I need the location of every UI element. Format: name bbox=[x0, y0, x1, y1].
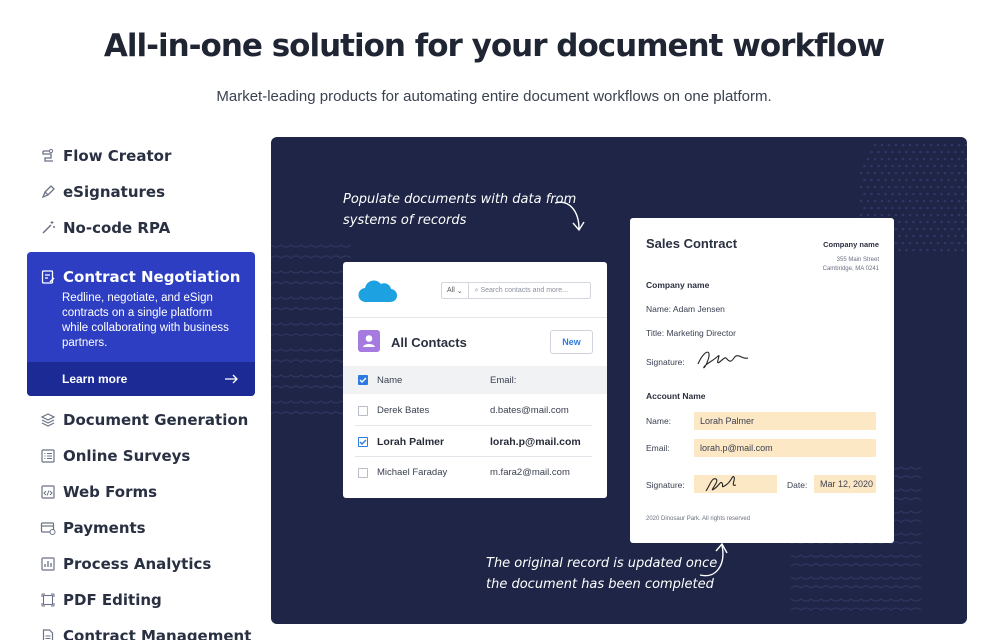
annotation-bottom: The original record is updated once the … bbox=[486, 553, 717, 595]
date-field[interactable]: Mar 12, 2020 bbox=[814, 475, 876, 493]
divider bbox=[355, 456, 592, 457]
nav-item-esignatures[interactable]: eSignatures bbox=[27, 174, 255, 210]
nav-item-label: Payments bbox=[63, 519, 146, 537]
contact-name: Michael Faraday bbox=[377, 467, 448, 478]
contact-avatar-icon bbox=[358, 330, 380, 352]
hero-illustration: Populate documents with data from system… bbox=[271, 137, 967, 624]
account-email-label: Email: bbox=[646, 443, 670, 453]
survey-icon bbox=[41, 449, 55, 463]
section-account: Account Name bbox=[646, 391, 706, 401]
nav-item-payments[interactable]: Payments bbox=[27, 510, 255, 546]
date-label: Date: bbox=[787, 480, 808, 490]
sales-contract-card: Sales Contract Company name 355 Main Str… bbox=[630, 218, 894, 543]
search-placeholder-text: Search contacts and more... bbox=[480, 286, 569, 294]
product-nav: Flow Creator eSignatures No-code RPA Con… bbox=[27, 138, 255, 640]
annotation-line: systems of records bbox=[343, 213, 467, 228]
address-line: 355 Main Street bbox=[836, 257, 879, 263]
document-icon bbox=[42, 629, 54, 640]
nav-item-label: PDF Editing bbox=[63, 591, 162, 609]
divider bbox=[343, 317, 607, 318]
account-signature-field[interactable] bbox=[694, 475, 777, 493]
nav-item-contract-negotiation[interactable]: Contract Negotiation Redline, negotiate,… bbox=[27, 252, 255, 396]
pdf-edit-icon bbox=[41, 593, 55, 607]
contact-name: Derek Bates bbox=[377, 405, 430, 416]
contact-email: lorah.p@mail.com bbox=[490, 436, 581, 448]
contact-name: Lorah Palmer bbox=[377, 436, 445, 448]
nav-item-flow-creator[interactable]: Flow Creator bbox=[27, 138, 255, 174]
row-checkbox[interactable] bbox=[358, 468, 368, 478]
curved-arrow-icon bbox=[554, 201, 585, 232]
arrow-right-icon bbox=[225, 374, 238, 384]
nav-item-label: Contract Negotiation bbox=[63, 268, 241, 286]
nav-item-online-surveys[interactable]: Online Surveys bbox=[27, 438, 255, 474]
contact-email: m.fara2@mail.com bbox=[490, 467, 570, 478]
annotation-line: Populate documents with data from bbox=[343, 192, 577, 207]
curved-arrow-icon bbox=[699, 542, 728, 577]
nav-item-label: Contract Management bbox=[63, 627, 252, 640]
code-window-icon bbox=[41, 485, 55, 499]
new-contact-button[interactable]: New bbox=[550, 330, 593, 354]
contact-email: d.bates@mail.com bbox=[490, 405, 569, 416]
learn-more-label: Learn more bbox=[62, 372, 128, 386]
learn-more-button[interactable]: Learn more bbox=[27, 362, 255, 396]
wand-icon bbox=[42, 221, 55, 234]
section-company: Company name bbox=[646, 280, 710, 290]
layers-icon bbox=[40, 413, 56, 427]
nav-item-label: Flow Creator bbox=[63, 147, 172, 165]
nav-item-pdf-editing[interactable]: PDF Editing bbox=[27, 582, 255, 618]
select-all-checkbox[interactable] bbox=[358, 375, 368, 385]
title-line: Title: Marketing Director bbox=[646, 328, 736, 338]
account-name-field[interactable]: Lorah Palmer bbox=[694, 412, 876, 430]
contacts-title: All Contacts bbox=[391, 335, 467, 350]
nav-item-document-generation[interactable]: Document Generation bbox=[27, 402, 255, 438]
account-signature-label: Signature: bbox=[646, 480, 685, 490]
pen-icon bbox=[41, 185, 55, 199]
nav-item-label: Document Generation bbox=[63, 411, 249, 429]
row-checkbox[interactable] bbox=[358, 406, 368, 416]
nav-item-web-forms[interactable]: Web Forms bbox=[27, 474, 255, 510]
contract-company: Company name bbox=[823, 240, 879, 249]
address-line: Cambridge, MA 0241 bbox=[822, 266, 879, 272]
nav-item-label: No-code RPA bbox=[63, 219, 171, 237]
account-email-field[interactable]: lorah.p@mail.com bbox=[694, 439, 876, 457]
contract-footer: 2020 Dinosaur Park. All rights reserved bbox=[646, 516, 751, 522]
signature-image bbox=[697, 351, 749, 369]
column-header-email: Email: bbox=[490, 375, 517, 386]
nav-item-contract-management[interactable]: Contract Management bbox=[27, 618, 255, 640]
search-scope-select[interactable]: All ⌄ bbox=[442, 283, 469, 298]
signature-label: Signature: bbox=[646, 357, 685, 367]
account-name-label: Name: bbox=[646, 416, 672, 426]
contract-title: Sales Contract bbox=[646, 236, 738, 251]
contract-address: 355 Main Street Cambridge, MA 0241 bbox=[823, 256, 879, 274]
nav-item-label: Online Surveys bbox=[63, 447, 191, 465]
nav-item-label: Process Analytics bbox=[63, 555, 212, 573]
search-scope-label: All bbox=[447, 287, 455, 294]
flow-icon bbox=[42, 148, 54, 162]
contract-icon bbox=[41, 270, 55, 284]
nav-item-description: Redline, negotiate, and eSign contracts … bbox=[62, 292, 229, 349]
contacts-search[interactable]: All ⌄ ⌕ Search contacts and more... bbox=[441, 282, 591, 299]
nav-item-no-code-rpa[interactable]: No-code RPA bbox=[27, 210, 255, 246]
name-line: Name: Adam Jensen bbox=[646, 304, 725, 314]
chart-icon bbox=[41, 557, 55, 571]
annotation-line: the document has been completed bbox=[486, 577, 714, 592]
contacts-card: All ⌄ ⌕ Search contacts and more... All … bbox=[343, 262, 607, 498]
divider bbox=[355, 425, 592, 426]
page-title: All-in-one solution for your document wo… bbox=[103, 28, 885, 64]
column-header-name: Name bbox=[377, 375, 403, 386]
page-subtitle: Market-leading products for automating e… bbox=[216, 88, 772, 105]
annotation-top: Populate documents with data from system… bbox=[343, 189, 576, 231]
row-checkbox[interactable] bbox=[358, 437, 368, 447]
nav-item-process-analytics[interactable]: Process Analytics bbox=[27, 546, 255, 582]
nav-item-label: eSignatures bbox=[63, 183, 166, 201]
payment-icon bbox=[40, 522, 56, 535]
search-placeholder: ⌕ Search contacts and more... bbox=[474, 286, 569, 294]
signature-image bbox=[705, 476, 737, 492]
nav-item-label: Web Forms bbox=[63, 483, 158, 501]
cloud-logo-icon bbox=[358, 280, 397, 303]
annotation-line: The original record is updated once bbox=[486, 556, 718, 571]
